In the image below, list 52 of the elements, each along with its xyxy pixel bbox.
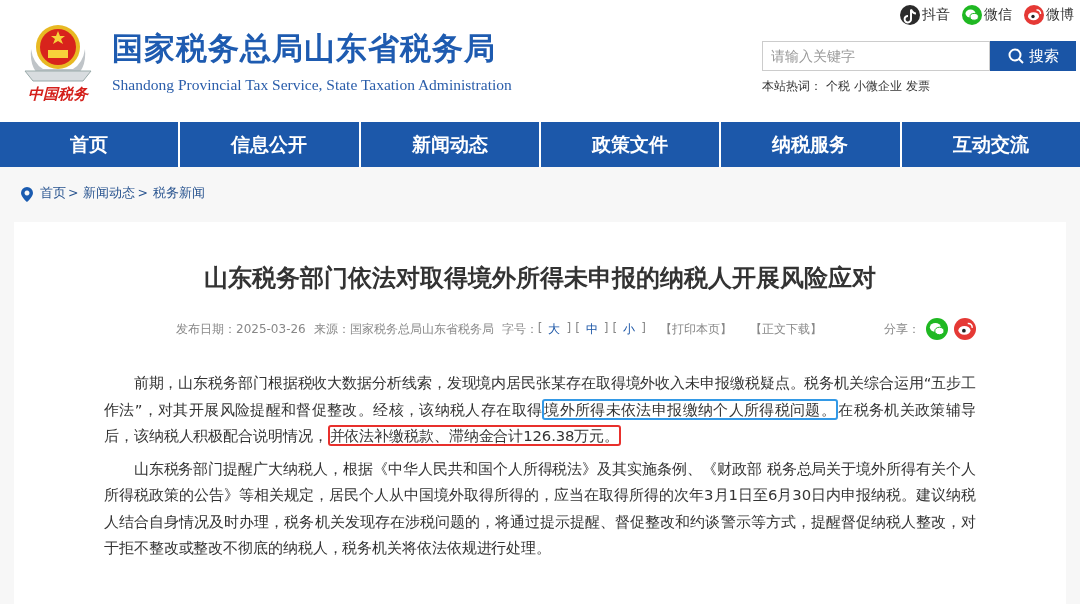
share-label: 分享： [884,320,920,338]
bracket: ] [641,320,646,337]
nav-tab[interactable]: 首页 [0,122,179,167]
music-note-icon [900,5,920,25]
social-link[interactable]: 抖音 [900,5,950,25]
breadcrumb-separator: > [137,185,148,202]
social-link[interactable]: 微信 [962,5,1012,25]
breadcrumb-link[interactable]: 新闻动态 [83,185,136,202]
logo-caption: 中国税务 [28,84,88,104]
article-action-link[interactable]: 【打印本页】 [659,320,732,338]
bracket: [ [575,320,580,337]
chat-bubbles-icon [926,318,948,340]
bracket: ] [566,320,572,337]
hot-word-link[interactable]: 发票 [906,78,930,95]
social-link[interactable]: 微博 [1024,5,1074,25]
bracket: [ [612,320,618,337]
font-size-link[interactable]: 中 [583,320,600,338]
nav-tab[interactable]: 互动交流 [901,122,1080,167]
bracket: [ [537,320,543,337]
nav-tab[interactable]: 政策文件 [541,122,720,167]
hot-word-link[interactable]: 小微企业 [854,78,902,95]
hot-word-link[interactable]: 个税 [826,78,850,95]
search-icon [1007,48,1024,64]
share-button[interactable] [954,318,976,340]
eye-logo-icon [954,318,976,340]
hot-words-label: 本站热词： [762,78,822,95]
font-size-link[interactable]: 小 [621,320,638,338]
article-action-link[interactable]: 【正文下载】 [749,320,822,338]
nav-tab[interactable]: 信息公开 [180,122,359,167]
highlight-box: 并依法补缴税款、滞纳金合计126.38万元。 [327,425,622,446]
search-field[interactable]: 请输入关键字 [762,41,990,71]
font-size-label: 字号： [501,320,538,338]
eye-logo-icon [1024,5,1044,25]
article-paragraph: 前期，山东税务部门根据税收大数据分析线索，发现境内居民张某存在取得境外收入未申报缴税疑点。税务机关综合运用“五步工作法”，对其开展风险提醒和督促整改。经核，该纳税人存在取得境外所得未依法申报缴纳个人所得税问题。在税务机关政策辅导后，该纳税人积极配合说明情况，并依法补缴税款、滞纳金合计126.38万元。 [104,373,976,448]
nav-tab[interactable]: 新闻动态 [360,122,539,167]
highlight-box: 境外所得未依法申报缴纳个人所得税问题。 [542,398,839,420]
breadcrumb-link[interactable]: 税务新闻 [152,185,205,202]
location-pin-icon [20,185,34,202]
chat-bubbles-icon [962,5,982,25]
publish-date: 发布日期：2025-03-26 [176,320,306,338]
breadcrumb-link[interactable]: 首页 [40,185,66,202]
font-size-link[interactable]: 大 [546,320,563,338]
search-button[interactable]: 搜索 [990,41,1076,71]
nav-tab[interactable]: 纳税服务 [721,122,900,167]
article-title: 山东税务部门依法对取得境外所得未申报的纳税人开展风险应对 [203,263,877,294]
bracket: ] [603,320,609,337]
breadcrumb-separator: > [68,185,79,202]
site-title: 国家税务总局山东省税务局 [112,29,497,68]
share-button[interactable] [926,318,948,340]
article-paragraph: 山东税务部门提醒广大纳税人，根据《中华人民共和国个人所得税法》及其实施条例、《财政部 税务总局关于境外所得有关个人所得税政策的公告》等相关规定，居民个人从中国境外取得所得的，应当在取得所得的次年3月1日至6月30日内申报纳税。建议纳税人结合自身情况及时办理，税务机关发现存在涉税问题的，将通过提示提醒、督促整改和约谈警示等方式，提醒督促纳税人整改，对于拒不整改或整改不彻底的纳税人，税务机关将依法依规进行处理。 [104,458,976,558]
site-subtitle: Shandong Provincial Tax Service, State Taxation Administration [112,76,512,94]
article-source: 来源：国家税务总局山东省税务局 [313,320,494,338]
